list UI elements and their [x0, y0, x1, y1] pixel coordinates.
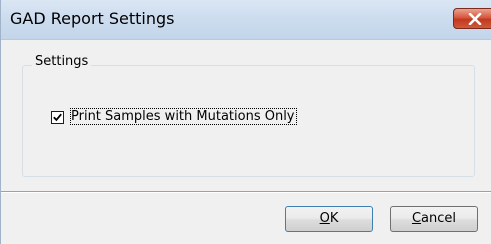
- settings-group-label: Settings: [32, 54, 92, 69]
- ok-button[interactable]: OK: [285, 206, 373, 232]
- ok-label-rest: K: [329, 211, 339, 226]
- cancel-button[interactable]: Cancel: [390, 206, 478, 232]
- window-title: GAD Report Settings: [10, 9, 175, 28]
- dialog-window: GAD Report Settings Settings Print Sampl…: [0, 0, 491, 244]
- ok-mnemonic: O: [319, 211, 330, 226]
- close-icon: [468, 13, 482, 25]
- cancel-mnemonic: C: [411, 211, 422, 226]
- footer-separator: [1, 191, 491, 193]
- title-bar[interactable]: GAD Report Settings: [1, 0, 491, 40]
- print-mutations-only-checkbox[interactable]: [51, 111, 64, 124]
- close-button[interactable]: [453, 8, 491, 29]
- print-mutations-only-label[interactable]: Print Samples with Mutations Only: [70, 108, 297, 125]
- cancel-label-rest: ancel: [421, 211, 457, 226]
- checkmark-icon: [53, 113, 62, 122]
